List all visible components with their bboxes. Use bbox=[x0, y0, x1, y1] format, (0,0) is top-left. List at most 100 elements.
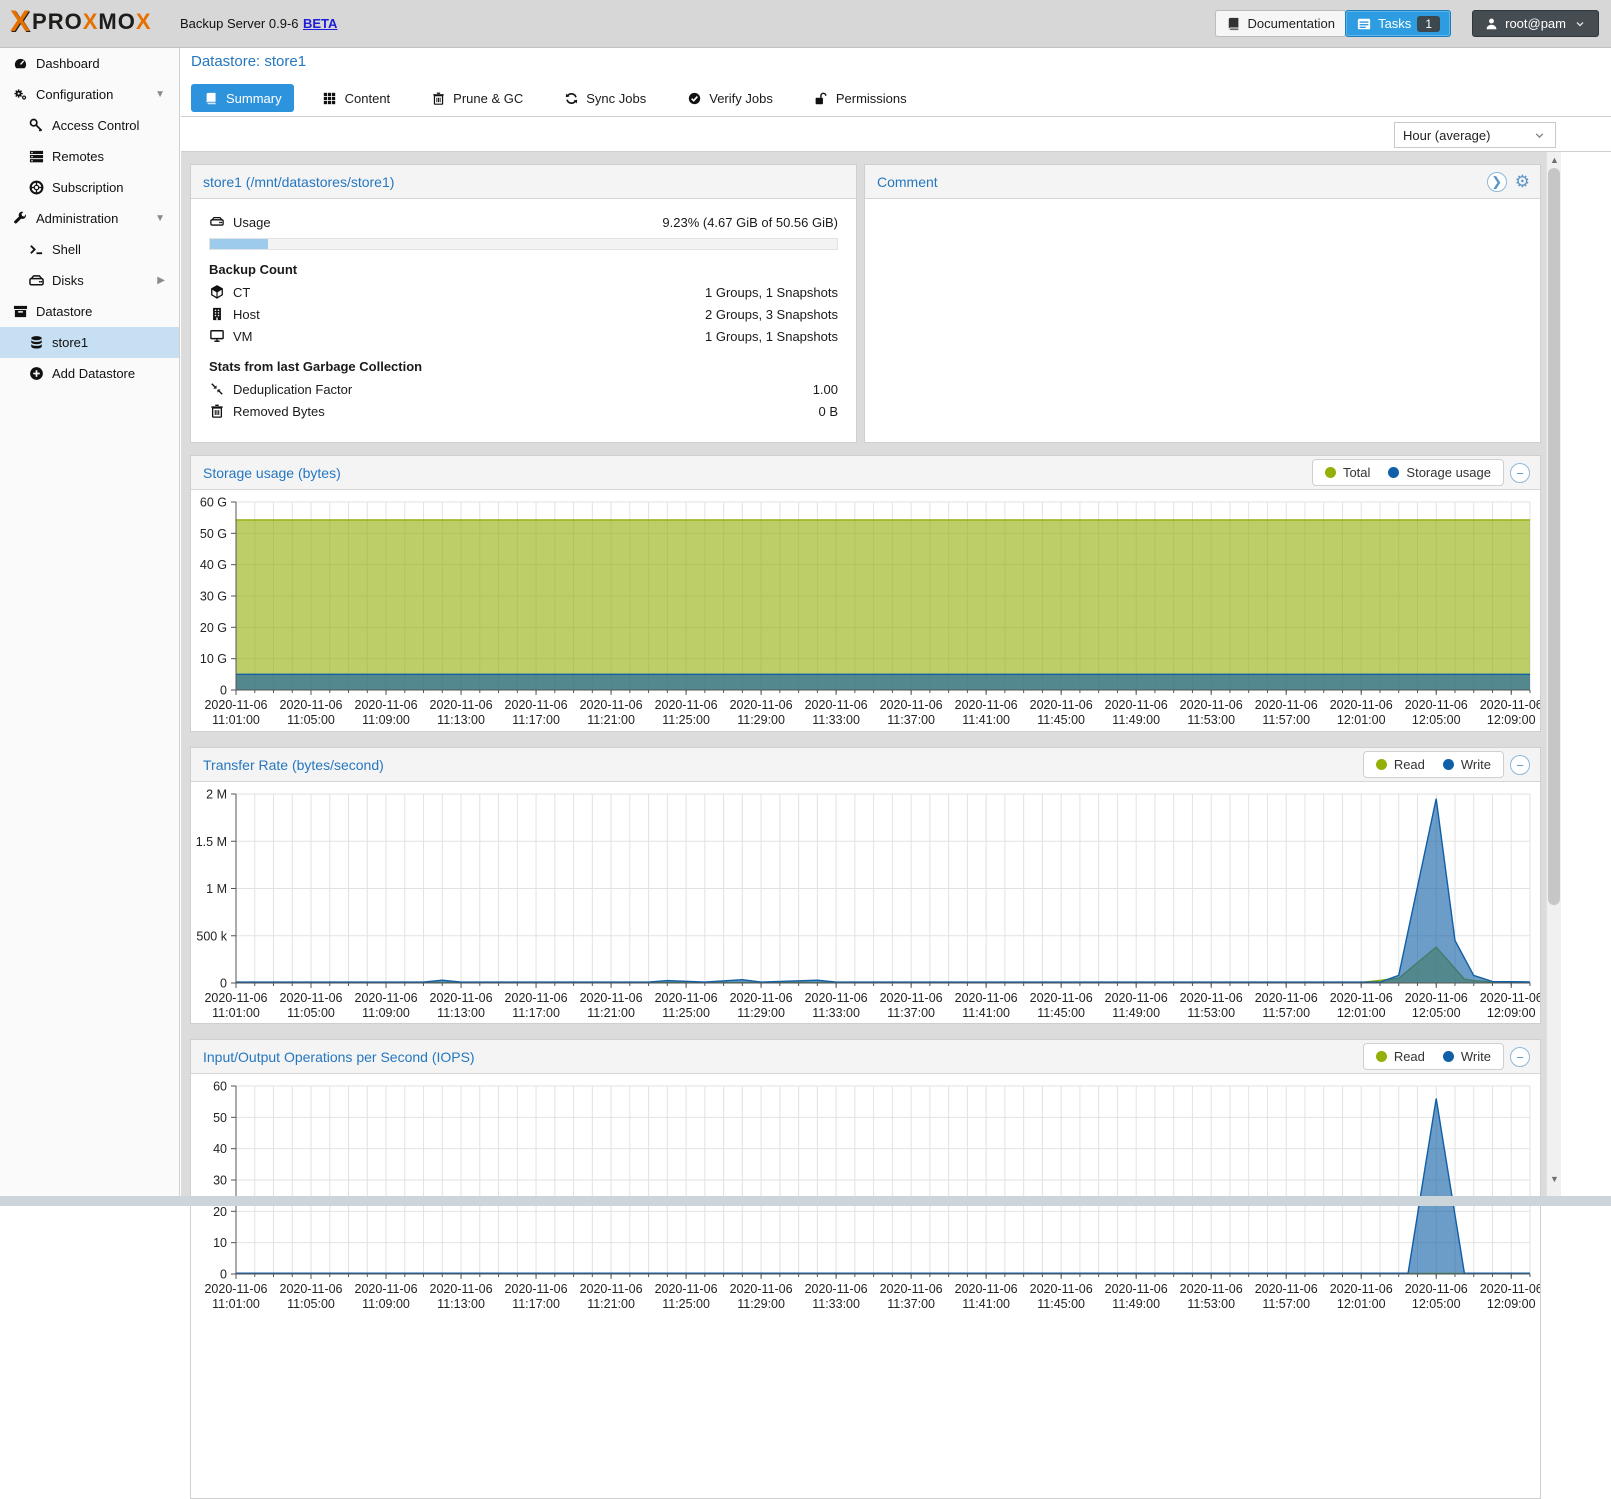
svg-text:2020-11-06: 2020-11-06 bbox=[955, 698, 1018, 712]
svg-text:11:53:00: 11:53:00 bbox=[1187, 1297, 1235, 1311]
trash-icon bbox=[430, 90, 446, 106]
legend-storage-usage[interactable]: Storage usage bbox=[1388, 465, 1491, 480]
plus-circle-icon bbox=[28, 366, 44, 382]
gc-stat-value: 1.00 bbox=[813, 382, 838, 397]
legend-label: Read bbox=[1394, 757, 1425, 772]
svg-text:11:49:00: 11:49:00 bbox=[1112, 1006, 1160, 1020]
svg-text:11:13:00: 11:13:00 bbox=[437, 1006, 485, 1020]
svg-text:1 M: 1 M bbox=[206, 882, 227, 896]
book-icon bbox=[1226, 16, 1242, 32]
collapse-minus-icon[interactable]: − bbox=[1510, 755, 1530, 775]
scrollbar-thumb[interactable] bbox=[1548, 168, 1560, 905]
svg-text:2020-11-06: 2020-11-06 bbox=[1255, 698, 1318, 712]
svg-text:2020-11-06: 2020-11-06 bbox=[1405, 1282, 1468, 1296]
svg-text:11:33:00: 11:33:00 bbox=[812, 1297, 860, 1311]
tab-sync-jobs[interactable]: Sync Jobs bbox=[551, 84, 658, 112]
sidebar-item-shell[interactable]: Shell bbox=[0, 234, 179, 265]
sidebar-item-store1[interactable]: store1 bbox=[0, 327, 179, 358]
grid-icon bbox=[322, 90, 338, 106]
backup-type-label: VM bbox=[233, 329, 253, 344]
svg-text:12:09:00: 12:09:00 bbox=[1487, 1006, 1536, 1020]
svg-text:11:25:00: 11:25:00 bbox=[662, 1297, 710, 1311]
svg-text:2020-11-06: 2020-11-06 bbox=[1030, 698, 1093, 712]
svg-text:2020-11-06: 2020-11-06 bbox=[805, 1282, 868, 1296]
svg-text:2020-11-06: 2020-11-06 bbox=[505, 1282, 568, 1296]
svg-text:0: 0 bbox=[220, 977, 227, 991]
sidebar-item-administration[interactable]: Administration ▼ bbox=[0, 203, 179, 234]
sidebar-item-datastore[interactable]: Datastore bbox=[0, 296, 179, 327]
svg-text:2020-11-06: 2020-11-06 bbox=[955, 991, 1018, 1005]
svg-text:11:29:00: 11:29:00 bbox=[737, 1006, 785, 1020]
backup-type-label: Host bbox=[233, 307, 260, 322]
scroll-down-icon[interactable]: ▼ bbox=[1547, 1171, 1562, 1186]
chart-legend: Read Write bbox=[1363, 1043, 1504, 1070]
tasks-label: Tasks bbox=[1378, 16, 1411, 31]
tasks-button[interactable]: Tasks 1 bbox=[1345, 10, 1451, 37]
time-range-select[interactable]: Hour (average) bbox=[1394, 122, 1556, 148]
tab-verify-jobs[interactable]: Verify Jobs bbox=[674, 84, 785, 112]
dedup-factor-row: Deduplication Factor 1.00 bbox=[209, 378, 838, 400]
tab-summary[interactable]: Summary bbox=[191, 84, 294, 112]
svg-text:11:01:00: 11:01:00 bbox=[212, 1297, 260, 1311]
collapse-minus-icon[interactable]: − bbox=[1510, 463, 1530, 483]
legend-dot-green bbox=[1376, 1051, 1387, 1062]
storage-usage-panel: Storage usage (bytes) Total Storage usag… bbox=[190, 455, 1541, 732]
tab-bar: Summary Content Prune & GC Sync Jobs Ver… bbox=[191, 84, 919, 114]
sidebar-item-label: store1 bbox=[52, 335, 88, 350]
sidebar-item-label: Remotes bbox=[52, 149, 104, 164]
backup-count-row-ct: CT 1 Groups, 1 Snapshots bbox=[209, 281, 838, 303]
svg-text:2020-11-06: 2020-11-06 bbox=[955, 1282, 1018, 1296]
comment-body[interactable] bbox=[865, 199, 1540, 442]
storage-usage-chart: 010 G20 G30 G40 G50 G60 G2020-11-0611:01… bbox=[191, 490, 1540, 737]
archive-box-icon bbox=[12, 304, 28, 320]
svg-text:2020-11-06: 2020-11-06 bbox=[1105, 991, 1168, 1005]
svg-text:2020-11-06: 2020-11-06 bbox=[1405, 991, 1468, 1005]
sidebar-nav: Dashboard Configuration ▼ Access Control… bbox=[0, 48, 180, 1206]
tab-content[interactable]: Content bbox=[310, 84, 403, 112]
legend-write[interactable]: Write bbox=[1443, 1049, 1491, 1064]
legend-read[interactable]: Read bbox=[1376, 1049, 1425, 1064]
backup-count-value: 1 Groups, 1 Snapshots bbox=[705, 285, 838, 300]
expand-circle-icon[interactable]: ❯ bbox=[1487, 172, 1507, 192]
chevron-right-icon[interactable]: ▶ bbox=[157, 275, 165, 286]
database-icon bbox=[28, 335, 44, 351]
svg-text:12:05:00: 12:05:00 bbox=[1412, 1297, 1461, 1311]
svg-text:20: 20 bbox=[213, 1205, 227, 1219]
legend-read[interactable]: Read bbox=[1376, 757, 1425, 772]
legend-write[interactable]: Write bbox=[1443, 757, 1491, 772]
sidebar-item-disks[interactable]: Disks ▶ bbox=[0, 265, 179, 296]
svg-text:11:29:00: 11:29:00 bbox=[737, 1297, 785, 1311]
usage-value: 9.23% (4.67 GiB of 50.56 GiB) bbox=[662, 215, 838, 230]
sidebar-item-dashboard[interactable]: Dashboard bbox=[0, 48, 179, 79]
tab-label: Verify Jobs bbox=[709, 91, 773, 106]
legend-total[interactable]: Total bbox=[1325, 465, 1370, 480]
gears-icon bbox=[12, 87, 28, 103]
sidebar-item-access-control[interactable]: Access Control bbox=[0, 110, 179, 141]
tab-prune-gc[interactable]: Prune & GC bbox=[418, 84, 535, 112]
chevron-down-icon[interactable]: ▼ bbox=[155, 213, 165, 224]
sidebar-item-subscription[interactable]: Subscription bbox=[0, 172, 179, 203]
svg-text:2020-11-06: 2020-11-06 bbox=[204, 991, 267, 1005]
documentation-button[interactable]: Documentation bbox=[1215, 10, 1346, 37]
sidebar-item-label: Configuration bbox=[36, 87, 113, 102]
backup-count-heading: Backup Count bbox=[209, 262, 838, 277]
vertical-scrollbar[interactable]: ▲ ▼ bbox=[1546, 152, 1561, 1196]
backup-count-row-host: Host 2 Groups, 3 Snapshots bbox=[209, 303, 838, 325]
chevron-down-icon[interactable]: ▼ bbox=[155, 89, 165, 100]
sidebar-item-remotes[interactable]: Remotes bbox=[0, 141, 179, 172]
svg-text:12:01:00: 12:01:00 bbox=[1337, 1297, 1386, 1311]
scroll-up-icon[interactable]: ▲ bbox=[1547, 152, 1562, 167]
user-menu-button[interactable]: root@pam bbox=[1472, 10, 1599, 37]
backup-count-value: 2 Groups, 3 Snapshots bbox=[705, 307, 838, 322]
sidebar-item-configuration[interactable]: Configuration ▼ bbox=[0, 79, 179, 110]
sidebar-item-add-datastore[interactable]: Add Datastore bbox=[0, 358, 179, 389]
gc-stat-label: Deduplication Factor bbox=[233, 382, 352, 397]
svg-text:2020-11-06: 2020-11-06 bbox=[805, 698, 868, 712]
svg-text:12:01:00: 12:01:00 bbox=[1337, 713, 1386, 727]
beta-link[interactable]: BETA bbox=[303, 16, 337, 31]
svg-text:11:49:00: 11:49:00 bbox=[1112, 1297, 1160, 1311]
tab-permissions[interactable]: Permissions bbox=[801, 84, 919, 112]
gear-icon[interactable]: ⚙ bbox=[1515, 172, 1530, 192]
collapse-minus-icon[interactable]: − bbox=[1510, 1047, 1530, 1067]
svg-text:2020-11-06: 2020-11-06 bbox=[355, 991, 418, 1005]
